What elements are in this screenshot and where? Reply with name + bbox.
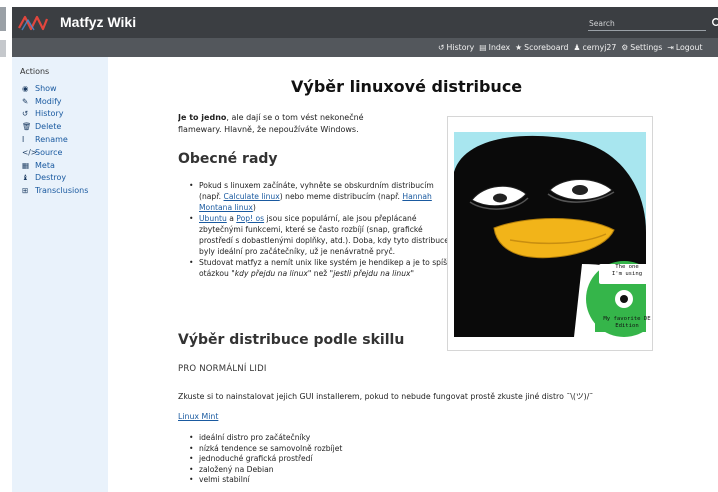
- actions-sidebar: Actions ◉ Show ✎ Modify ↺ History 🗑 Delete I…: [12, 57, 108, 492]
- nav-index[interactable]: ▤ Index: [479, 43, 510, 52]
- section-heading: Výběr distribuce podle skillu: [178, 332, 405, 348]
- mint-list: ideální distro pro začátečníky nízká ten…: [189, 433, 489, 486]
- sidebar-item-label: Meta: [35, 160, 55, 170]
- site-title[interactable]: Matfyz Wiki: [60, 14, 136, 30]
- search-input[interactable]: [588, 17, 688, 30]
- text: ": [410, 269, 415, 278]
- nav-history-label: History: [446, 43, 475, 52]
- list-item: Pokud s linuxem začínáte, vyhněte se obs…: [189, 180, 457, 213]
- subsection-heading: PRO NORMÁLNÍ LIDI: [178, 364, 267, 374]
- top-bar: Matfyz Wiki: [12, 7, 718, 38]
- text: " než ": [307, 269, 334, 278]
- sidebar-item-transclusions[interactable]: ⊞ Transclusions: [22, 184, 88, 197]
- user-nav: ↺ History ▤ Index ★ Scoreboard ♟ cernyj27 ⚙ S…: [438, 38, 708, 57]
- tips-list: Pokud s linuxem začínáte, vyhněte se obs…: [189, 180, 457, 279]
- meme-image[interactable]: The one I'm using My favorite DE Edition: [447, 116, 653, 351]
- pop-os-link[interactable]: Pop! os: [236, 214, 264, 223]
- intro-bold: Je to jedno: [178, 113, 227, 122]
- left-edge-block: [0, 40, 6, 57]
- italic-text: jestli přejdu na linux: [333, 269, 411, 278]
- left-window-edge: [0, 0, 6, 492]
- sidebar-item-label: Destroy: [35, 173, 67, 183]
- history-icon: ↺: [438, 43, 445, 52]
- sidebar-item-label: History: [35, 109, 64, 119]
- list-item: jednoduché grafická prostředí: [189, 454, 489, 465]
- nav-history[interactable]: ↺ History: [438, 43, 474, 52]
- text: ) nebo meme distribucím (např.: [279, 192, 403, 201]
- italic-text: kdy přejdu na linux: [234, 269, 308, 278]
- transclusion-icon: ⊞: [22, 186, 29, 196]
- sidebar-item-destroy[interactable]: ♝ Destroy: [22, 172, 88, 185]
- sidebar-item-history[interactable]: ↺ History: [22, 108, 88, 121]
- sidebar-item-modify[interactable]: ✎ Modify: [22, 95, 88, 108]
- calculate-linux-link[interactable]: Calculate linux: [224, 192, 280, 201]
- list-item: ideální distro pro začátečníky: [189, 433, 489, 444]
- zigzag-logo-icon[interactable]: [18, 14, 48, 32]
- list-item: velmi stabilní: [189, 475, 489, 486]
- destroy-icon: ♝: [22, 173, 29, 183]
- sidebar-item-delete[interactable]: 🗑 Delete: [22, 120, 88, 133]
- code-icon: </>: [22, 147, 38, 157]
- intro-paragraph: Je to jedno, ale dají se o tom vést neko…: [178, 112, 398, 136]
- meme-caption-bottom: My favorite DE Edition: [598, 316, 656, 329]
- section-heading: Obecné rady: [178, 151, 278, 167]
- actions-list: ◉ Show ✎ Modify ↺ History 🗑 Delete I Rename <…: [22, 82, 88, 197]
- sidebar-item-label: Modify: [35, 96, 62, 106]
- nav-settings-label: Settings: [630, 43, 663, 52]
- meme-caption-top: The one I'm using: [602, 264, 652, 277]
- cursor-icon: I: [22, 135, 25, 145]
- search-box[interactable]: [588, 17, 718, 31]
- meme-caption-line: My favorite DE: [603, 316, 651, 322]
- nav-index-label: Index: [488, 43, 511, 52]
- sidebar-item-label: Rename: [35, 135, 68, 145]
- sidebar-item-label: Transclusions: [35, 186, 89, 196]
- search-icon[interactable]: [711, 17, 718, 29]
- logout-icon: ⇥: [667, 43, 674, 52]
- user-icon: ♟: [573, 43, 581, 52]
- linux-mint-link[interactable]: Linux Mint: [178, 412, 218, 421]
- index-icon: ▤: [479, 43, 487, 52]
- gear-icon: ⚙: [621, 43, 629, 52]
- sidebar-item-label: Delete: [35, 122, 62, 132]
- list-item: založený na Debian: [189, 465, 489, 476]
- ubuntu-link[interactable]: Ubuntu: [199, 214, 227, 223]
- nav-bar: ↺ History ▤ Index ★ Scoreboard ♟ cernyj27 ⚙ S…: [12, 38, 718, 57]
- eye-icon: ◉: [22, 83, 29, 93]
- text: a: [226, 214, 237, 223]
- sidebar-item-label: Source: [35, 147, 63, 157]
- page-content: Výběr linuxové distribuce Je to jedno, a…: [178, 57, 718, 492]
- nav-logout-label: Logout: [675, 43, 703, 52]
- meme-caption-line: I'm using: [611, 270, 643, 277]
- meme-caption-line: Edition: [615, 322, 639, 329]
- table-icon: ▦: [22, 160, 30, 170]
- sidebar-title: Actions: [20, 67, 50, 76]
- sidebar-item-meta[interactable]: ▦ Meta: [22, 159, 88, 172]
- sidebar-item-label: Show: [35, 83, 57, 93]
- nav-logout[interactable]: ⇥ Logout: [667, 43, 702, 52]
- sidebar-item-rename[interactable]: I Rename: [22, 133, 88, 146]
- sidebar-item-source[interactable]: </> Source: [22, 146, 88, 159]
- left-edge-block: [0, 7, 6, 31]
- nav-scoreboard[interactable]: ★ Scoreboard: [515, 43, 568, 52]
- nav-user[interactable]: ♟ cernyj27: [574, 43, 617, 52]
- trash-icon: 🗑: [22, 122, 32, 132]
- tux-meme-illustration: [454, 132, 646, 337]
- list-item: Studovat matfyz a nemít unix like systém…: [189, 257, 457, 279]
- text: ): [252, 203, 256, 212]
- star-icon: ★: [515, 43, 523, 52]
- nav-scoreboard-label: Scoreboard: [524, 43, 569, 52]
- install-paragraph: Zkuste si to nainstalovat jejich GUI ins…: [178, 392, 594, 401]
- nav-user-label: cernyj27: [582, 43, 617, 52]
- pencil-icon: ✎: [22, 96, 29, 106]
- list-item: Ubuntu a Pop! os jsou sice populární, al…: [189, 213, 457, 257]
- sidebar-item-show[interactable]: ◉ Show: [22, 82, 88, 95]
- history-icon: ↺: [22, 109, 29, 119]
- page-title: Výběr linuxové distribuce: [291, 77, 523, 96]
- list-item: nízká tendence se samovolně rozbíjet: [189, 444, 489, 455]
- nav-settings[interactable]: ⚙ Settings: [621, 43, 662, 52]
